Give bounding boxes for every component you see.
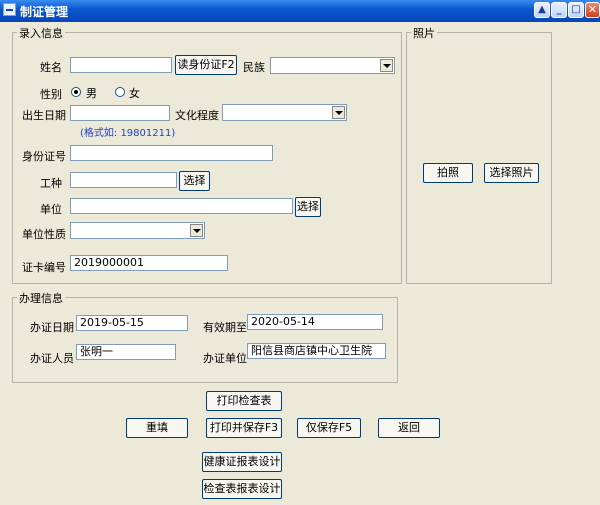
job-input[interactable] <box>70 172 177 188</box>
window-menu-icon[interactable] <box>3 3 16 16</box>
read-id-card-button[interactable]: 读身份证F2 <box>175 55 237 75</box>
reset-button[interactable]: 重填 <box>126 418 188 438</box>
issue-date-label: 办证日期 <box>30 321 74 334</box>
photo-title: 照片 <box>411 25 437 41</box>
photo-group: 照片 <box>406 25 552 284</box>
window-title: 制证管理 <box>20 5 69 19</box>
unit-type-label: 单位性质 <box>22 228 66 241</box>
office-input[interactable]: 阳信县商店镇中心卫生院 <box>247 343 386 359</box>
health-report-design-button[interactable]: 健康证报表设计 <box>202 452 282 472</box>
birthdate-input[interactable] <box>70 105 170 121</box>
name-input[interactable] <box>70 57 172 73</box>
gender-label: 性别 <box>40 88 62 101</box>
education-select[interactable] <box>222 104 347 121</box>
card-number-input[interactable]: 2019000001 <box>70 255 228 271</box>
back-button[interactable]: 返回 <box>378 418 440 438</box>
staff-label: 办证人员 <box>30 352 74 365</box>
job-select-button[interactable]: 选择 <box>179 171 210 191</box>
education-label: 文化程度 <box>175 109 219 122</box>
valid-until-input[interactable]: 2020-05-14 <box>247 314 383 330</box>
id-number-input[interactable] <box>70 145 273 161</box>
ethnicity-select[interactable] <box>270 57 395 74</box>
minimize-icon: _ <box>556 4 562 15</box>
process-info-group: 办理信息 <box>12 290 398 383</box>
gender-male-radio[interactable] <box>71 87 81 97</box>
close-icon: ✕ <box>587 3 598 16</box>
title-bar: 制证管理 ▲ _ □ ✕ <box>0 0 600 22</box>
gender-female-label: 女 <box>129 87 140 100</box>
help-button[interactable]: ▲ <box>534 2 550 18</box>
print-checklist-button[interactable]: 打印检查表 <box>206 391 282 411</box>
office-label: 办证单位 <box>203 352 247 365</box>
job-label: 工种 <box>40 177 62 190</box>
dropdown-arrow-icon[interactable] <box>332 106 345 119</box>
choose-photo-button[interactable]: 选择照片 <box>484 163 539 183</box>
unit-input[interactable] <box>70 198 293 214</box>
unit-select-button[interactable]: 选择 <box>295 197 321 217</box>
staff-input[interactable]: 张明一 <box>76 344 176 360</box>
gender-male-label: 男 <box>86 87 97 100</box>
process-info-title: 办理信息 <box>17 290 65 306</box>
name-label: 姓名 <box>40 61 62 74</box>
up-arrow-icon: ▲ <box>538 4 546 15</box>
check-report-design-button[interactable]: 检查表报表设计 <box>202 479 282 499</box>
dropdown-arrow-icon[interactable] <box>380 59 393 72</box>
dropdown-arrow-icon[interactable] <box>190 224 203 237</box>
close-button[interactable]: ✕ <box>585 2 600 18</box>
unit-type-select[interactable] <box>70 222 205 239</box>
entry-info-title: 录入信息 <box>17 25 65 41</box>
minimize-button[interactable]: _ <box>551 2 567 18</box>
birthdate-label: 出生日期 <box>22 109 66 122</box>
id-number-label: 身份证号 <box>22 150 66 163</box>
gender-female-radio[interactable] <box>115 87 125 97</box>
unit-label: 单位 <box>40 203 62 216</box>
maximize-button[interactable]: □ <box>568 2 584 18</box>
card-number-label: 证卡编号 <box>22 261 66 274</box>
maximize-icon: □ <box>571 4 581 15</box>
birthdate-format-hint: (格式如: 19801211) <box>80 128 176 139</box>
issue-date-input[interactable]: 2019-05-15 <box>76 315 188 331</box>
save-only-button[interactable]: 仅保存F5 <box>297 418 361 438</box>
valid-until-label: 有效期至 <box>203 321 247 334</box>
print-and-save-button[interactable]: 打印并保存F3 <box>206 418 282 438</box>
ethnicity-label: 民族 <box>243 61 265 74</box>
capture-photo-button[interactable]: 拍照 <box>423 163 473 183</box>
